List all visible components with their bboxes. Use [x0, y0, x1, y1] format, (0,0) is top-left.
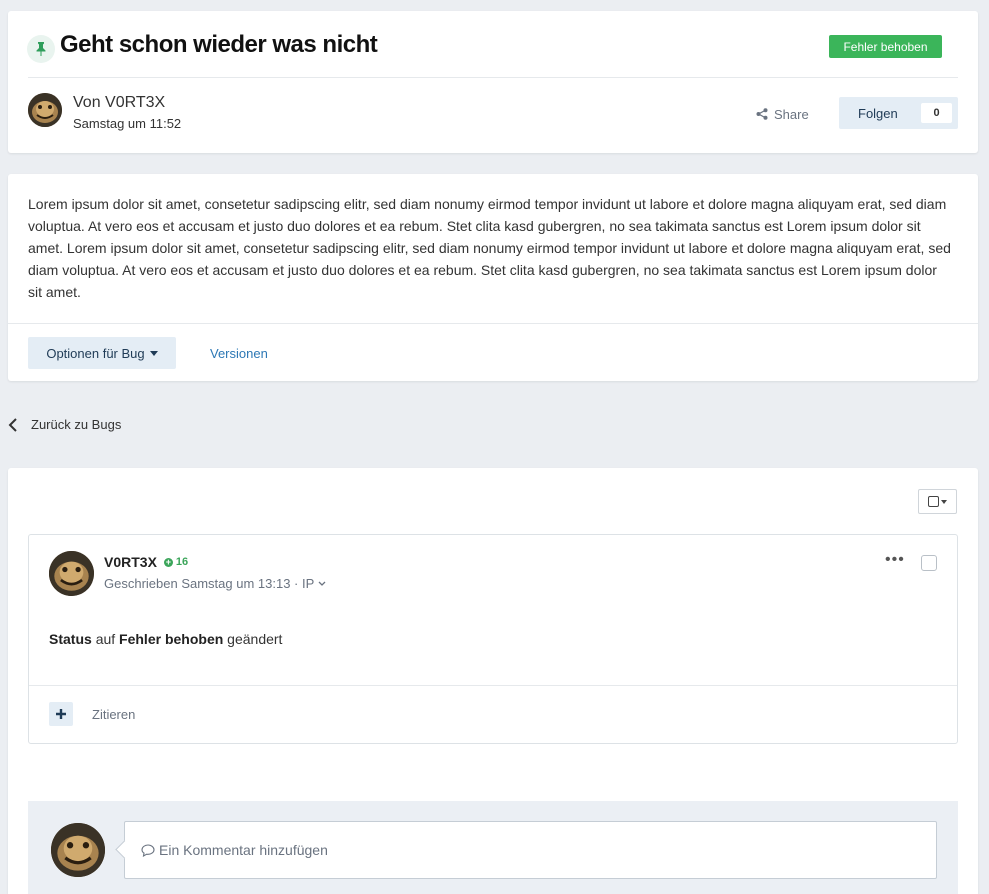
comment-menu-button[interactable]: •••	[885, 552, 905, 568]
back-to-bugs-link[interactable]: Zurück zu Bugs	[8, 417, 121, 432]
pin-icon	[27, 35, 55, 63]
chevron-left-icon	[8, 417, 17, 432]
comment-body: Status auf Fehler behoben geändert	[49, 631, 282, 647]
caret-down-icon	[941, 499, 947, 504]
quote-button[interactable]: Zitieren	[92, 707, 135, 722]
status-badge: Fehler behoben	[829, 35, 942, 58]
select-comments-toggle[interactable]	[918, 489, 957, 514]
bug-options-button[interactable]: Optionen für Bug	[28, 337, 176, 369]
description-divider	[8, 323, 978, 324]
checkbox-icon	[928, 496, 939, 507]
follower-count: 0	[921, 103, 952, 123]
comment-select-checkbox[interactable]	[921, 555, 937, 571]
post-date: Samstag um 11:52	[73, 116, 182, 131]
body-changed: geändert	[227, 631, 283, 647]
comment: V0RT3X + 16 Geschrieben Samstag um 13:13…	[28, 534, 958, 744]
header-card: Geht schon wieder was nicht Fehler behob…	[8, 11, 978, 153]
versions-link[interactable]: Versionen	[210, 346, 268, 361]
chevron-down-icon[interactable]	[318, 581, 326, 587]
comment-meta: Geschrieben Samstag um 13:13 · IP	[104, 576, 326, 591]
back-label: Zurück zu Bugs	[31, 417, 122, 432]
comment-bubble-icon	[141, 843, 155, 857]
follow-label[interactable]: Folgen	[858, 106, 920, 121]
comment-meta-text: Geschrieben Samstag um 13:13 · IP	[104, 576, 315, 591]
header-divider	[28, 77, 958, 78]
current-user-avatar	[51, 823, 105, 877]
comment-author-name[interactable]: V0RT3X	[104, 554, 157, 570]
reply-area: Ein Kommentar hinzufügen	[28, 801, 958, 894]
author-avatar[interactable]	[28, 93, 62, 127]
multiquote-button[interactable]	[49, 702, 73, 726]
page-title: Geht schon wieder was nicht	[60, 31, 378, 58]
comment-author-avatar[interactable]	[49, 551, 94, 596]
comment-input-placeholder: Ein Kommentar hinzufügen	[159, 842, 328, 858]
comment-divider	[29, 685, 957, 686]
author-name[interactable]: Von V0RT3X	[73, 94, 165, 112]
share-label: Share	[774, 106, 809, 122]
plus-icon	[56, 709, 66, 719]
share-button[interactable]: Share	[756, 105, 809, 123]
follow-button[interactable]: Folgen 0	[839, 97, 958, 129]
reputation-badge: + 16	[163, 556, 189, 568]
share-icon	[756, 108, 768, 120]
plus-circle-icon: +	[163, 556, 173, 567]
status-value: Fehler behoben	[119, 631, 224, 647]
caret-down-icon	[149, 350, 158, 356]
comment-input[interactable]: Ein Kommentar hinzufügen	[124, 821, 937, 879]
comment-author: V0RT3X + 16	[104, 554, 188, 570]
reputation-count: 16	[175, 556, 189, 568]
body-on: auf	[95, 631, 116, 647]
status-label: Status	[49, 631, 92, 647]
description-text: Lorem ipsum dolor sit amet, consetetur s…	[28, 196, 951, 300]
description-card: Lorem ipsum dolor sit amet, consetetur s…	[8, 174, 978, 381]
bug-options-label: Optionen für Bug	[46, 345, 145, 361]
comments-section: V0RT3X + 16 Geschrieben Samstag um 13:13…	[8, 468, 978, 894]
